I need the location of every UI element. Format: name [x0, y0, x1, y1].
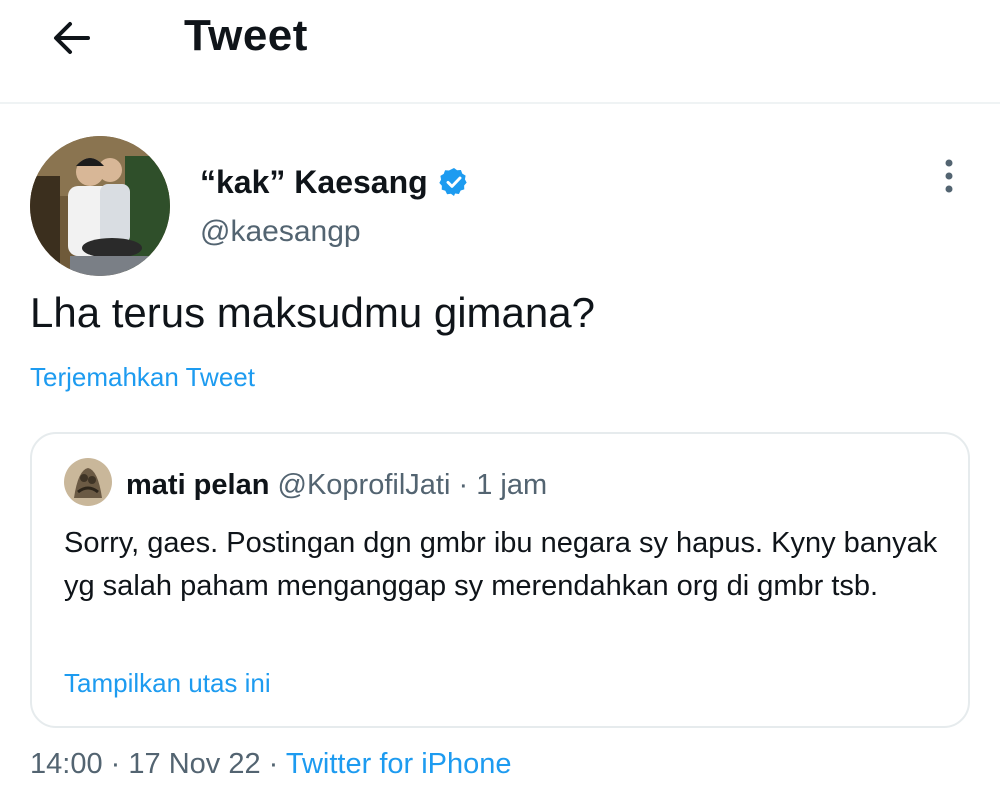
tweet-date[interactable]: 17 Nov 22 [128, 748, 260, 780]
author-handle[interactable]: @kaesangp [200, 214, 361, 250]
separator-dot: · [268, 748, 279, 780]
verified-badge-icon [439, 168, 467, 196]
quoted-tweet-header: mati pelan @KoprofilJati · 1 jam [126, 467, 547, 503]
quoted-author-name[interactable]: mati pelan [126, 469, 269, 501]
separator-dot: · [110, 748, 121, 780]
tweet-metadata: 14:00 · 17 Nov 22 · Twitter for iPhone [30, 746, 512, 782]
avatar[interactable] [30, 136, 170, 276]
translate-tweet-link[interactable]: Terjemahkan Tweet [30, 360, 255, 394]
quoted-author-handle[interactable]: @KoprofilJati [278, 469, 451, 501]
author-display-name[interactable]: “kak” Kaesang [200, 162, 428, 202]
avatar[interactable] [64, 458, 112, 506]
tweet-text: Lha terus maksudmu gimana? [30, 289, 595, 336]
profile-photo-icon [30, 136, 170, 276]
author-name-row[interactable]: “kak” Kaesang [200, 162, 470, 202]
top-app-bar: Tweet [0, 0, 1000, 104]
tweet-time[interactable]: 14:00 [30, 748, 103, 780]
quoted-tweet-card[interactable]: mati pelan @KoprofilJati · 1 jam Sorry, … [30, 432, 970, 728]
arrow-left-icon[interactable] [48, 14, 96, 62]
quoted-tweet-text: Sorry, gaes. Postingan dgn gmbr ibu nega… [64, 527, 938, 602]
quoted-timestamp[interactable]: 1 jam [476, 469, 547, 501]
page-title: Tweet [184, 11, 308, 60]
separator-dot: · [458, 469, 469, 501]
profile-photo-icon [64, 458, 112, 506]
show-thread-link[interactable]: Tampilkan utas ini [64, 666, 271, 700]
tweet-source-link[interactable]: Twitter for iPhone [286, 748, 512, 780]
more-vertical-icon[interactable] [932, 156, 966, 200]
